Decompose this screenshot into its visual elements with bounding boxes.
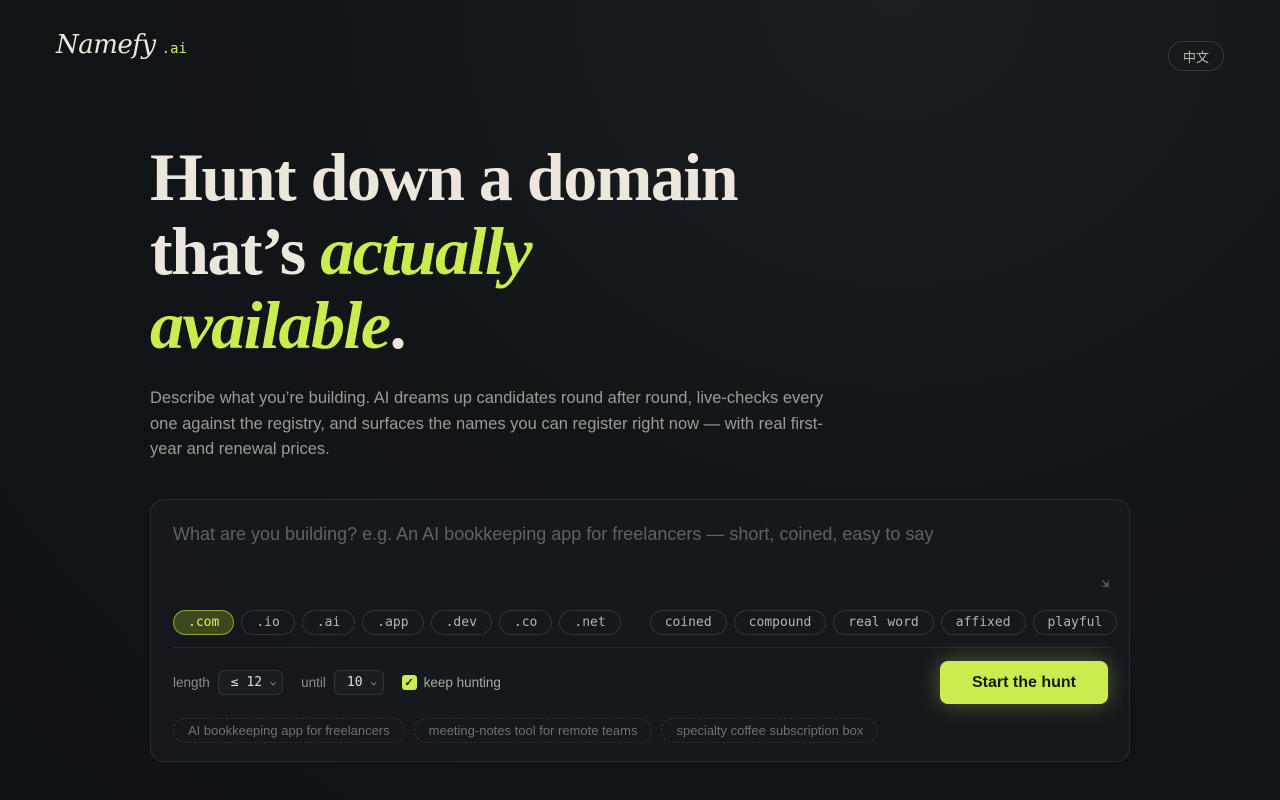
controls-row: length ≤ 12 ⌵ until 10 ⌵ ✓ keep hunting: [173, 669, 501, 695]
example-prompt-chip[interactable]: specialty coffee subscription box: [661, 718, 879, 743]
filter-chips-row: .com .io .ai .app .dev .co .net coined c…: [173, 610, 1118, 635]
search-panel: ⇲ .com .io .ai .app .dev .co .net coined…: [150, 499, 1130, 762]
until-label: until: [301, 674, 326, 690]
tld-chip-dev[interactable]: .dev: [430, 610, 492, 635]
resize-handle-icon[interactable]: ⇲: [1101, 580, 1111, 590]
hero-line-3-accent: available: [150, 287, 391, 363]
until-select-value: 10: [346, 674, 363, 690]
example-prompts-row: AI bookkeeping app for freelancers meeti…: [173, 718, 879, 743]
panel-divider: [173, 647, 1111, 648]
style-chip-coined[interactable]: coined: [649, 610, 727, 635]
chevron-down-icon: ⌵: [270, 676, 277, 688]
length-label: length: [173, 674, 210, 690]
language-toggle-button[interactable]: 中文: [1168, 41, 1224, 71]
style-chip-real-word[interactable]: real word: [833, 610, 934, 635]
hero-line-2-plain: that’s: [150, 213, 321, 289]
keep-hunting-checkbox[interactable]: ✓: [401, 674, 417, 690]
tld-chip-io[interactable]: .io: [241, 610, 295, 635]
start-hunt-button[interactable]: Start the hunt: [940, 661, 1108, 704]
tld-chip-app[interactable]: .app: [362, 610, 424, 635]
length-select-value: ≤ 12: [230, 674, 263, 690]
hero-line-1: Hunt down a domain: [150, 139, 739, 215]
tld-chip-com[interactable]: .com: [173, 610, 235, 635]
style-chip-affixed[interactable]: affixed: [940, 610, 1026, 635]
until-select[interactable]: 10 ⌵: [333, 669, 384, 695]
keep-hunting-label[interactable]: keep hunting: [424, 675, 501, 690]
hero-line-2-accent: actually: [320, 213, 532, 289]
example-prompt-chip[interactable]: AI bookkeeping app for freelancers: [173, 718, 405, 743]
brand-tld: .ai: [161, 41, 187, 57]
hero-title: Hunt down a domain that’s actually avail…: [150, 139, 739, 363]
length-select[interactable]: ≤ 12 ⌵: [217, 669, 284, 695]
style-chip-compound[interactable]: compound: [733, 610, 827, 635]
brand-logo[interactable]: Namefy .ai: [56, 30, 187, 60]
tld-chip-net[interactable]: .net: [559, 610, 621, 635]
tld-chip-ai[interactable]: .ai: [301, 610, 356, 635]
project-description-input[interactable]: [173, 524, 1111, 592]
chevron-down-icon: ⌵: [370, 676, 377, 688]
hero-subtitle: Describe what you’re building. AI dreams…: [150, 389, 824, 458]
brand-name: Namefy: [56, 30, 156, 60]
tld-chip-co[interactable]: .co: [498, 610, 553, 635]
hero-line-3-end: .: [389, 287, 407, 363]
example-prompt-chip[interactable]: meeting-notes tool for remote teams: [413, 718, 653, 743]
style-chip-playful[interactable]: playful: [1032, 610, 1118, 635]
